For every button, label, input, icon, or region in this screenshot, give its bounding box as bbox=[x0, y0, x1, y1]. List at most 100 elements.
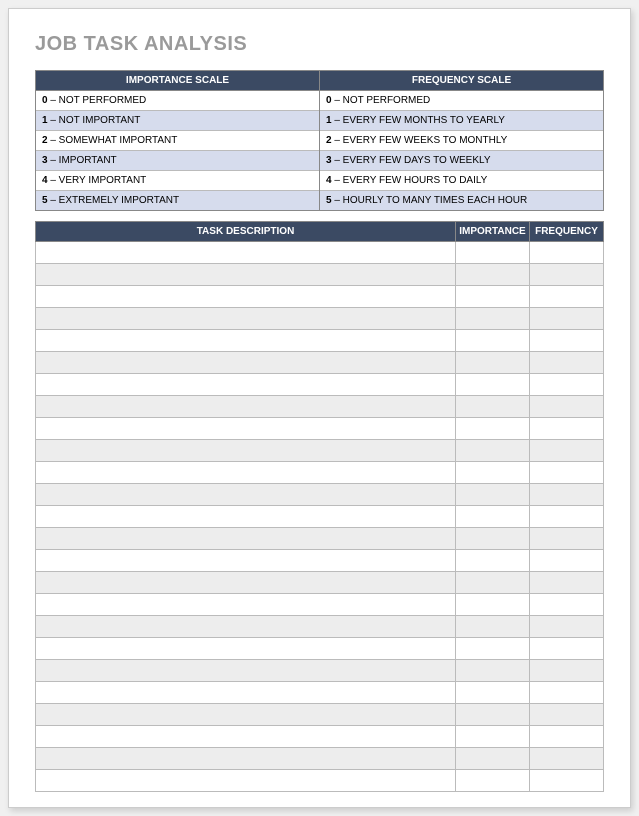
task-row bbox=[36, 242, 604, 264]
task-cell-description[interactable] bbox=[36, 770, 456, 792]
task-cell-frequency[interactable] bbox=[530, 682, 604, 704]
task-cell-importance[interactable] bbox=[456, 308, 530, 330]
task-cell-frequency[interactable] bbox=[530, 374, 604, 396]
task-cell-frequency[interactable] bbox=[530, 330, 604, 352]
frequency-scale-row: 2 – EVERY FEW WEEKS TO MONTHLY bbox=[320, 131, 603, 151]
task-cell-description[interactable] bbox=[36, 242, 456, 264]
scale-label: – NOT PERFORMED bbox=[332, 95, 431, 106]
task-cell-description[interactable] bbox=[36, 748, 456, 770]
task-cell-frequency[interactable] bbox=[530, 638, 604, 660]
task-cell-description[interactable] bbox=[36, 726, 456, 748]
task-cell-frequency[interactable] bbox=[530, 308, 604, 330]
task-row bbox=[36, 616, 604, 638]
task-cell-importance[interactable] bbox=[456, 660, 530, 682]
task-cell-description[interactable] bbox=[36, 616, 456, 638]
task-header-description: TASK DESCRIPTION bbox=[36, 222, 456, 242]
task-cell-importance[interactable] bbox=[456, 286, 530, 308]
scale-label: – EXTREMELY IMPORTANT bbox=[48, 195, 180, 206]
task-cell-importance[interactable] bbox=[456, 638, 530, 660]
scale-label: – EVERY FEW HOURS TO DAILY bbox=[332, 175, 488, 186]
task-cell-importance[interactable] bbox=[456, 528, 530, 550]
task-cell-description[interactable] bbox=[36, 528, 456, 550]
task-cell-frequency[interactable] bbox=[530, 528, 604, 550]
task-cell-frequency[interactable] bbox=[530, 660, 604, 682]
task-cell-frequency[interactable] bbox=[530, 462, 604, 484]
task-cell-frequency[interactable] bbox=[530, 506, 604, 528]
task-row bbox=[36, 638, 604, 660]
task-cell-importance[interactable] bbox=[456, 748, 530, 770]
task-cell-description[interactable] bbox=[36, 704, 456, 726]
task-cell-importance[interactable] bbox=[456, 726, 530, 748]
task-cell-importance[interactable] bbox=[456, 704, 530, 726]
task-cell-description[interactable] bbox=[36, 506, 456, 528]
task-row bbox=[36, 308, 604, 330]
task-cell-frequency[interactable] bbox=[530, 572, 604, 594]
task-row bbox=[36, 726, 604, 748]
task-cell-description[interactable] bbox=[36, 374, 456, 396]
task-cell-description[interactable] bbox=[36, 352, 456, 374]
task-row bbox=[36, 528, 604, 550]
task-cell-frequency[interactable] bbox=[530, 770, 604, 792]
task-cell-description[interactable] bbox=[36, 660, 456, 682]
task-row bbox=[36, 484, 604, 506]
task-cell-frequency[interactable] bbox=[530, 352, 604, 374]
task-cell-importance[interactable] bbox=[456, 770, 530, 792]
task-cell-frequency[interactable] bbox=[530, 594, 604, 616]
task-cell-description[interactable] bbox=[36, 396, 456, 418]
task-cell-frequency[interactable] bbox=[530, 264, 604, 286]
task-cell-description[interactable] bbox=[36, 638, 456, 660]
scale-label: – EVERY FEW MONTHS TO YEARLY bbox=[332, 115, 505, 126]
task-cell-importance[interactable] bbox=[456, 374, 530, 396]
scale-label: – HOURLY TO MANY TIMES EACH HOUR bbox=[332, 195, 528, 206]
task-cell-description[interactable] bbox=[36, 594, 456, 616]
task-cell-frequency[interactable] bbox=[530, 242, 604, 264]
task-cell-description[interactable] bbox=[36, 550, 456, 572]
task-cell-importance[interactable] bbox=[456, 242, 530, 264]
task-cell-frequency[interactable] bbox=[530, 286, 604, 308]
task-cell-frequency[interactable] bbox=[530, 726, 604, 748]
task-cell-frequency[interactable] bbox=[530, 440, 604, 462]
task-cell-importance[interactable] bbox=[456, 572, 530, 594]
task-cell-description[interactable] bbox=[36, 440, 456, 462]
task-cell-frequency[interactable] bbox=[530, 396, 604, 418]
task-cell-description[interactable] bbox=[36, 308, 456, 330]
frequency-scale-row: 4 – EVERY FEW HOURS TO DAILY bbox=[320, 171, 603, 191]
task-cell-importance[interactable] bbox=[456, 440, 530, 462]
task-cell-importance[interactable] bbox=[456, 352, 530, 374]
task-cell-description[interactable] bbox=[36, 462, 456, 484]
task-row bbox=[36, 682, 604, 704]
task-row bbox=[36, 660, 604, 682]
task-cell-importance[interactable] bbox=[456, 330, 530, 352]
task-row bbox=[36, 286, 604, 308]
task-row bbox=[36, 462, 604, 484]
scales-container: IMPORTANCE SCALE 0 – NOT PERFORMED 1 – N… bbox=[35, 70, 604, 211]
task-cell-importance[interactable] bbox=[456, 484, 530, 506]
task-cell-frequency[interactable] bbox=[530, 484, 604, 506]
task-cell-importance[interactable] bbox=[456, 616, 530, 638]
task-cell-frequency[interactable] bbox=[530, 418, 604, 440]
task-cell-description[interactable] bbox=[36, 264, 456, 286]
task-cell-description[interactable] bbox=[36, 286, 456, 308]
task-cell-importance[interactable] bbox=[456, 418, 530, 440]
task-cell-description[interactable] bbox=[36, 572, 456, 594]
task-cell-frequency[interactable] bbox=[530, 550, 604, 572]
task-cell-importance[interactable] bbox=[456, 594, 530, 616]
task-cell-importance[interactable] bbox=[456, 264, 530, 286]
task-row bbox=[36, 594, 604, 616]
task-row bbox=[36, 440, 604, 462]
task-cell-importance[interactable] bbox=[456, 550, 530, 572]
task-cell-frequency[interactable] bbox=[530, 704, 604, 726]
task-cell-importance[interactable] bbox=[456, 462, 530, 484]
frequency-scale-header: FREQUENCY SCALE bbox=[320, 71, 603, 91]
task-header-importance: IMPORTANCE bbox=[456, 222, 530, 242]
task-cell-frequency[interactable] bbox=[530, 616, 604, 638]
task-cell-importance[interactable] bbox=[456, 506, 530, 528]
task-cell-description[interactable] bbox=[36, 418, 456, 440]
task-row bbox=[36, 352, 604, 374]
task-cell-description[interactable] bbox=[36, 682, 456, 704]
task-cell-importance[interactable] bbox=[456, 396, 530, 418]
task-cell-importance[interactable] bbox=[456, 682, 530, 704]
task-cell-frequency[interactable] bbox=[530, 748, 604, 770]
task-cell-description[interactable] bbox=[36, 484, 456, 506]
task-cell-description[interactable] bbox=[36, 330, 456, 352]
